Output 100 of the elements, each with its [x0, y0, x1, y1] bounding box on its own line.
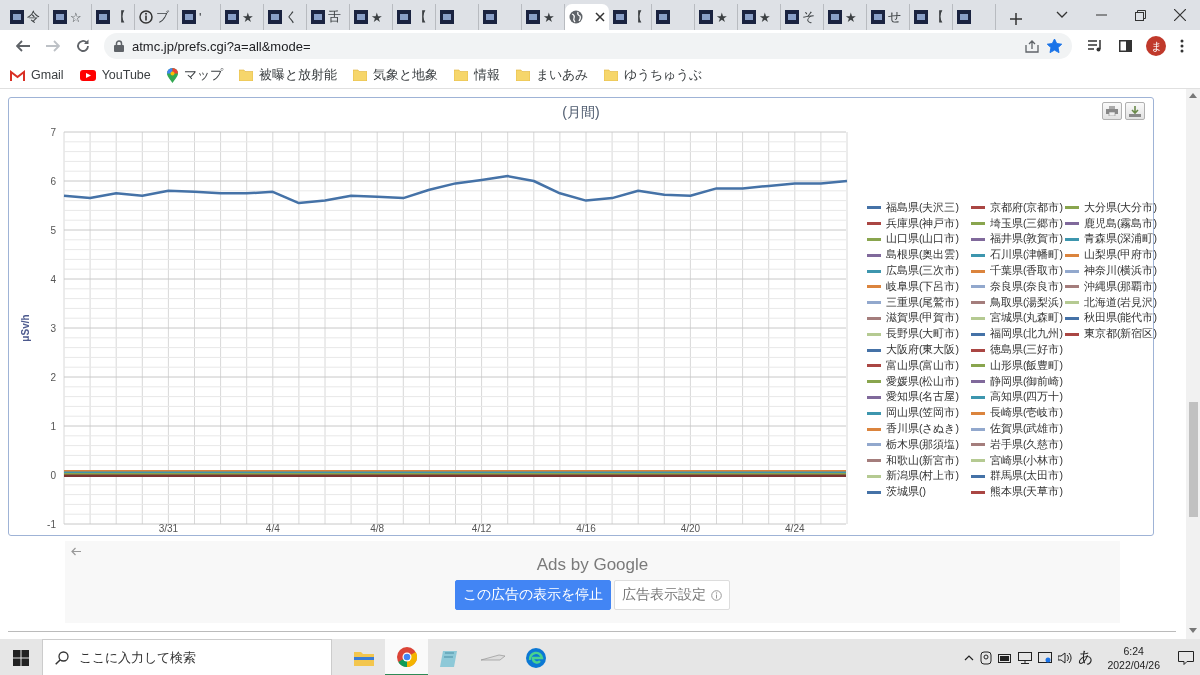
- legend-item[interactable]: 鹿児島(霧島市): [1065, 215, 1159, 232]
- lock-icon: [114, 40, 124, 52]
- legend-item[interactable]: 山口県(山口市): [867, 231, 971, 248]
- download-button[interactable]: [1125, 102, 1145, 120]
- legend-item[interactable]: 岡山県(笠岡市): [867, 405, 971, 422]
- restore-icon[interactable]: [1135, 9, 1146, 21]
- legend-item[interactable]: 東京都(新宿区): [1065, 326, 1159, 343]
- legend-item[interactable]: 富山県(富山市): [867, 357, 971, 374]
- site-favicon-icon: [10, 10, 24, 24]
- notepad-icon: [439, 648, 460, 667]
- legend-item[interactable]: 茨城県(): [867, 484, 971, 501]
- plus-icon[interactable]: [1010, 13, 1022, 25]
- chevron-down-icon[interactable]: [1056, 11, 1068, 19]
- side-panel-icon[interactable]: [1119, 40, 1132, 52]
- legend-item[interactable]: 島根県(奥出雲): [867, 247, 971, 264]
- legend-item[interactable]: 長野県(大町市): [867, 326, 971, 343]
- network-icon[interactable]: [1018, 651, 1033, 664]
- taskbar-app[interactable]: [385, 639, 428, 675]
- scroll-thumb[interactable]: [1188, 402, 1198, 517]
- ad-attribution: Ads by Google: [536, 555, 649, 575]
- legend-item[interactable]: 石川県(津幡町): [971, 247, 1065, 264]
- close-icon[interactable]: [595, 12, 605, 22]
- legend-item[interactable]: 福岡県(北九州): [971, 326, 1065, 343]
- legend-item[interactable]: 山梨県(甲府市): [1065, 247, 1159, 264]
- site-favicon-icon: [871, 10, 885, 24]
- menu-icon[interactable]: [1180, 39, 1184, 53]
- legend-item[interactable]: 岩手県(久慈市): [971, 436, 1065, 453]
- ad-settings-button[interactable]: 広告表示設定: [614, 580, 730, 610]
- legend-item[interactable]: 愛知県(名古屋): [867, 389, 971, 406]
- bookmark[interactable]: まいあみ: [515, 66, 588, 84]
- site-favicon-icon: [656, 10, 670, 24]
- back-arrow-icon[interactable]: [16, 40, 30, 52]
- star-icon[interactable]: [1047, 39, 1062, 53]
- legend-item[interactable]: 三重県(尾鷲市): [867, 294, 971, 311]
- legend-item[interactable]: 静岡県(御前崎): [971, 373, 1065, 390]
- legend-item[interactable]: 滋賀県(甲賀市): [867, 310, 971, 327]
- back-arrow-icon[interactable]: [71, 547, 81, 556]
- legend-item[interactable]: 大分県(大分市): [1065, 200, 1159, 216]
- close-icon[interactable]: [1174, 9, 1186, 21]
- legend-item[interactable]: 長崎県(壱岐市): [971, 405, 1065, 422]
- legend-item[interactable]: 福島県(夫沢三): [867, 200, 971, 216]
- browser-tab[interactable]: [565, 4, 609, 30]
- legend-item[interactable]: 奈良県(奈良市): [971, 279, 1065, 295]
- taskbar-search-field[interactable]: ここに入力して検索: [42, 639, 332, 675]
- legend-item[interactable]: 青森県(深浦町): [1065, 231, 1159, 248]
- battery-icon[interactable]: [998, 652, 1013, 663]
- x-tick-label: 4/20: [680, 523, 701, 534]
- legend-item[interactable]: 埼玉県(三郷市): [971, 215, 1065, 232]
- bookmark[interactable]: ゆうちゅうぶ: [603, 66, 702, 84]
- legend-item[interactable]: 新潟県(村上市): [867, 468, 971, 485]
- bookmark[interactable]: 被曝と放射能: [238, 66, 337, 84]
- legend-item[interactable]: 群馬県(太田市): [971, 468, 1065, 485]
- legend-item[interactable]: 徳島県(三好市): [971, 342, 1065, 358]
- legend-item[interactable]: 宮崎県(小林市): [971, 452, 1065, 469]
- legend-item[interactable]: 宮城県(丸森町): [971, 310, 1065, 327]
- speaker-icon[interactable]: [1058, 651, 1073, 664]
- reading-list-icon[interactable]: [1088, 40, 1103, 52]
- taskbar-clock[interactable]: 6:24 2022/04/26: [1107, 643, 1160, 672]
- scroll-down-icon[interactable]: [1189, 628, 1197, 633]
- bookmark[interactable]: 情報: [453, 66, 500, 84]
- reload-icon[interactable]: [76, 39, 90, 53]
- legend-item[interactable]: 香川県(さぬき): [867, 421, 971, 437]
- bookmark[interactable]: YouTube: [79, 68, 151, 82]
- bookmark[interactable]: Gmail: [10, 68, 64, 82]
- scroll-up-icon[interactable]: [1189, 93, 1197, 98]
- legend-item[interactable]: 高知県(四万十): [971, 389, 1065, 406]
- legend-item[interactable]: 兵庫県(神戸市): [867, 215, 971, 232]
- ime-indicator[interactable]: あ: [1078, 648, 1094, 667]
- site-favicon-icon: [957, 10, 971, 24]
- bookmark[interactable]: 気象と地象: [352, 66, 438, 84]
- legend-item[interactable]: 山形県(飯豊町): [971, 357, 1065, 374]
- mail-icon: [10, 69, 25, 81]
- stop-ad-button[interactable]: この広告の表示を停止: [455, 580, 611, 610]
- print-button[interactable]: [1102, 102, 1122, 120]
- legend-item[interactable]: 熊本県(天草市): [971, 484, 1065, 501]
- notification-icon[interactable]: [1178, 650, 1194, 665]
- legend-item[interactable]: 佐賀県(武雄市): [971, 421, 1065, 437]
- monitor-icon[interactable]: [1038, 651, 1053, 664]
- legend-label: 栃木県(那須塩): [886, 437, 959, 452]
- share-icon[interactable]: [1025, 39, 1039, 53]
- profile-avatar[interactable]: ま: [1146, 36, 1166, 56]
- legend-item[interactable]: 岐阜県(下呂市): [867, 279, 971, 295]
- legend-item[interactable]: 大阪府(東大阪): [867, 342, 971, 358]
- scrollbar[interactable]: [1186, 89, 1200, 639]
- legend-item[interactable]: 栃木県(那須塩): [867, 436, 971, 453]
- address-bar[interactable]: atmc.jp/prefs.cgi?a=all&mode=: [104, 33, 1072, 59]
- caret-up-icon[interactable]: [964, 654, 975, 661]
- legend-item[interactable]: 京都府(京都市): [971, 200, 1065, 216]
- windows-logo-icon[interactable]: [13, 649, 29, 666]
- legend-item[interactable]: 神奈川(横浜市): [1065, 263, 1159, 279]
- legend-item[interactable]: 福井県(敦賀市): [971, 231, 1065, 248]
- legend-item[interactable]: 愛媛県(松山市): [867, 373, 971, 390]
- legend-item[interactable]: 千葉県(香取市): [971, 263, 1065, 279]
- legend-item[interactable]: 北海道(岩見沢): [1065, 294, 1159, 311]
- legend-item[interactable]: 広島県(三次市): [867, 263, 971, 279]
- legend-item[interactable]: 秋田県(能代市): [1065, 310, 1159, 327]
- bookmark[interactable]: マップ: [166, 66, 223, 84]
- legend-item[interactable]: 和歌山(新宮市): [867, 452, 971, 469]
- legend-item[interactable]: 沖縄県(那覇市): [1065, 279, 1159, 295]
- legend-item[interactable]: 鳥取県(湯梨浜): [971, 294, 1065, 311]
